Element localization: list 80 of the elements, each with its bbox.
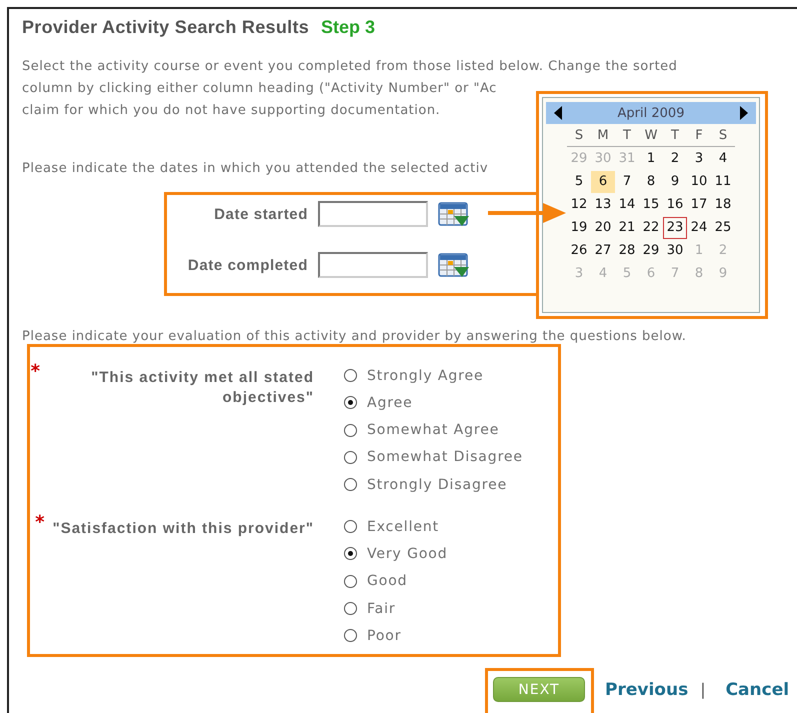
- calendar-day[interactable]: 27: [591, 240, 615, 262]
- instructions-text: Select the activity course or event you completed from those listed below. Change the sorted: [22, 58, 678, 76]
- field-label: Date completed: [188, 256, 309, 274]
- link-separator: |: [700, 680, 706, 700]
- calendar-day[interactable]: 30: [663, 240, 687, 262]
- calendar-day[interactable]: 25: [711, 217, 735, 239]
- option-label[interactable]: Somewhat Agree: [367, 422, 500, 438]
- calendar-day[interactable]: 12: [567, 194, 591, 216]
- calendar-day[interactable]: 6: [591, 171, 615, 193]
- field-label: Date started: [214, 206, 309, 222]
- weekday-label: S: [567, 126, 591, 147]
- calendar-day[interactable]: 15: [639, 194, 663, 216]
- next-month-icon[interactable]: [740, 106, 748, 120]
- weekday-label: S: [711, 126, 735, 147]
- nav-link[interactable]: Previous: [605, 680, 688, 700]
- month-label: April 2009: [618, 106, 684, 120]
- nav-link[interactable]: Cancel: [726, 680, 790, 700]
- evaluation-prompt: Please indicate your evaluation of this activity and provider by answering the questions below.: [22, 328, 686, 346]
- calendar-day[interactable]: 20: [591, 217, 615, 239]
- weekday-label: W: [639, 126, 663, 147]
- instructions-text: column by clicking either column heading ("Activity Number" or "Ac: [22, 80, 497, 98]
- calendar-day[interactable]: 17: [687, 194, 711, 216]
- calendar-day[interactable]: 9: [663, 171, 687, 193]
- radio-button[interactable]: [344, 396, 357, 410]
- required-mark: *: [30, 364, 40, 380]
- weekday-label: M: [591, 126, 615, 147]
- calendar-day[interactable]: 19: [567, 217, 591, 239]
- radio-button[interactable]: [344, 478, 357, 492]
- calendar-day[interactable]: 23: [663, 217, 687, 239]
- radio-button[interactable]: [344, 369, 357, 382]
- page-title: Provider Activity Search Results: [22, 16, 310, 38]
- calendar-day[interactable]: 1: [639, 148, 663, 170]
- calendar-icon[interactable]: [438, 252, 470, 278]
- dates-prompt: Please indicate the dates in which you attended the selected activ: [22, 160, 488, 178]
- calendar-day[interactable]: 7: [615, 171, 639, 193]
- calendar-day[interactable]: 29: [639, 240, 663, 262]
- option-label[interactable]: Strongly Agree: [367, 368, 484, 384]
- calendar-day[interactable]: 3: [687, 148, 711, 170]
- date-field[interactable]: [318, 201, 428, 227]
- option-label[interactable]: Fair: [367, 600, 396, 617]
- calendar-day[interactable]: 22: [639, 217, 663, 239]
- radio-button[interactable]: [344, 574, 357, 588]
- calendar-day[interactable]: 2: [663, 148, 687, 170]
- calendar-day[interactable]: 14: [615, 194, 639, 216]
- option-label[interactable]: Poor: [367, 628, 402, 644]
- radio-button[interactable]: [344, 629, 357, 642]
- date-field[interactable]: [318, 252, 428, 278]
- weekday-label: T: [615, 126, 639, 147]
- calendar-day[interactable]: 21: [615, 217, 639, 239]
- calendar-day[interactable]: 4: [711, 148, 735, 170]
- calendar-day[interactable]: 10: [687, 171, 711, 193]
- radio-button[interactable]: [344, 520, 357, 534]
- calendar-day[interactable]: 16: [663, 194, 687, 216]
- calendar-day[interactable]: 8: [639, 171, 663, 193]
- calendar-day[interactable]: 26: [567, 240, 591, 262]
- calendar-day[interactable]: 24: [687, 217, 711, 239]
- calendar-day[interactable]: 5: [567, 171, 591, 193]
- radio-button[interactable]: [344, 602, 357, 616]
- step-label: Step 3: [321, 16, 376, 38]
- calendar-icon[interactable]: [438, 202, 470, 226]
- option-label[interactable]: Very Good: [367, 546, 448, 562]
- weekday-label: F: [687, 126, 711, 147]
- option-label[interactable]: Strongly Disagree: [367, 476, 508, 493]
- question-text: "Satisfaction with this provider": [52, 519, 314, 540]
- radio-button[interactable]: [344, 424, 357, 437]
- required-mark: *: [35, 515, 45, 532]
- calendar-day[interactable]: 18: [711, 194, 735, 216]
- calendar-day[interactable]: 11: [711, 171, 735, 193]
- previous-month-icon[interactable]: [554, 106, 562, 120]
- option-label[interactable]: Somewhat Disagree: [367, 449, 523, 466]
- radio-button[interactable]: [344, 547, 357, 560]
- option-label[interactable]: Excellent: [367, 518, 440, 535]
- radio-button[interactable]: [344, 450, 357, 464]
- calendar-day[interactable]: 28: [615, 240, 639, 262]
- calendar-day[interactable]: 13: [591, 194, 615, 216]
- option-label[interactable]: Agree: [367, 394, 413, 411]
- question-text: "This activity met all stated objectives": [90, 368, 314, 408]
- weekday-label: T: [663, 126, 687, 147]
- option-label[interactable]: Good: [367, 573, 408, 590]
- instructions-text: claim for which you do not have supporting documentation.: [22, 102, 440, 120]
